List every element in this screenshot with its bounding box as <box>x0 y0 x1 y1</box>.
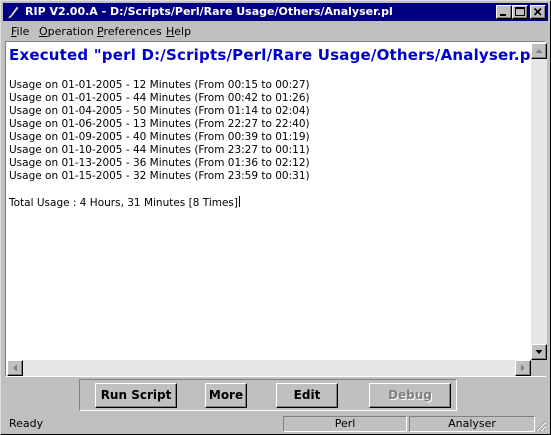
menu-bar: File Operation Preferences Help <box>3 22 548 40</box>
total-usage-line: Total Usage : 4 Hours, 31 Minutes [8 Tim… <box>9 196 240 209</box>
usage-line: Usage on 01-10-2005 - 44 Minutes (From 2… <box>9 144 310 156</box>
scroll-right-button[interactable] <box>515 360 531 376</box>
status-language: Perl <box>283 416 407 432</box>
more-button[interactable]: More <box>205 383 247 408</box>
close-button[interactable] <box>530 5 546 19</box>
usage-line: Usage on 01-06-2005 - 13 Minutes (From 2… <box>9 118 310 130</box>
menu-operation[interactable]: Operation <box>39 25 94 38</box>
minimize-icon <box>500 14 506 16</box>
status-bar: Ready Perl Analyser <box>3 415 548 433</box>
maximize-icon <box>515 7 525 16</box>
usage-line: Usage on 01-01-2005 - 44 Minutes (From 0… <box>9 92 310 104</box>
vertical-scrollbar[interactable] <box>531 43 547 360</box>
arrow-up-icon <box>535 49 543 53</box>
usage-line: Usage on 01-04-2005 - 50 Minutes (From 0… <box>9 105 310 117</box>
quill-pen-icon <box>8 6 19 19</box>
scrollbar-corner <box>531 360 547 376</box>
arrow-down-icon <box>535 350 543 354</box>
menu-help[interactable]: Help <box>166 25 191 38</box>
arrow-right-icon <box>521 364 525 372</box>
arrow-left-icon <box>13 364 17 372</box>
usage-line: Usage on 01-13-2005 - 36 Minutes (From 0… <box>9 157 310 169</box>
debug-button[interactable]: Debug <box>369 383 451 408</box>
usage-line: Usage on 01-01-2005 - 12 Minutes (From 0… <box>9 79 310 91</box>
action-button-group: Run Script More Edit Debug <box>79 379 457 411</box>
scroll-down-button[interactable] <box>531 344 547 360</box>
title-bar[interactable]: RIP V2.00.A - D:/Scripts/Perl/Rare Usage… <box>3 3 548 21</box>
status-script-name: Analyser <box>409 416 535 432</box>
output-pane[interactable]: Executed "perl D:/Scripts/Perl/Rare Usag… <box>5 41 547 377</box>
usage-line: Usage on 01-15-2005 - 32 Minutes (From 2… <box>9 170 310 182</box>
text-caret <box>239 196 240 207</box>
usage-line: Usage on 01-09-2005 - 40 Minutes (From 0… <box>9 131 310 143</box>
edit-button[interactable]: Edit <box>276 383 338 408</box>
executed-command-heading: Executed "perl D:/Scripts/Perl/Rare Usag… <box>9 46 530 64</box>
close-icon <box>533 7 542 16</box>
menu-preferences[interactable]: Preferences <box>97 25 162 38</box>
status-text: Ready <box>9 417 44 430</box>
total-usage-text: Total Usage : 4 Hours, 31 Minutes [8 Tim… <box>9 197 238 209</box>
window-title: RIP V2.00.A - D:/Scripts/Perl/Rare Usage… <box>25 5 393 18</box>
output-text-area[interactable]: Executed "perl D:/Scripts/Perl/Rare Usag… <box>7 43 530 360</box>
maximize-button[interactable] <box>512 5 528 19</box>
resize-grip-icon[interactable] <box>535 420 547 432</box>
app-window: RIP V2.00.A - D:/Scripts/Perl/Rare Usage… <box>0 0 551 435</box>
scroll-up-button[interactable] <box>531 43 547 59</box>
minimize-button[interactable] <box>496 5 512 19</box>
menu-file[interactable]: File <box>11 25 29 38</box>
horizontal-scrollbar[interactable] <box>7 360 531 376</box>
scroll-left-button[interactable] <box>7 360 23 376</box>
run-script-button[interactable]: Run Script <box>95 383 177 408</box>
